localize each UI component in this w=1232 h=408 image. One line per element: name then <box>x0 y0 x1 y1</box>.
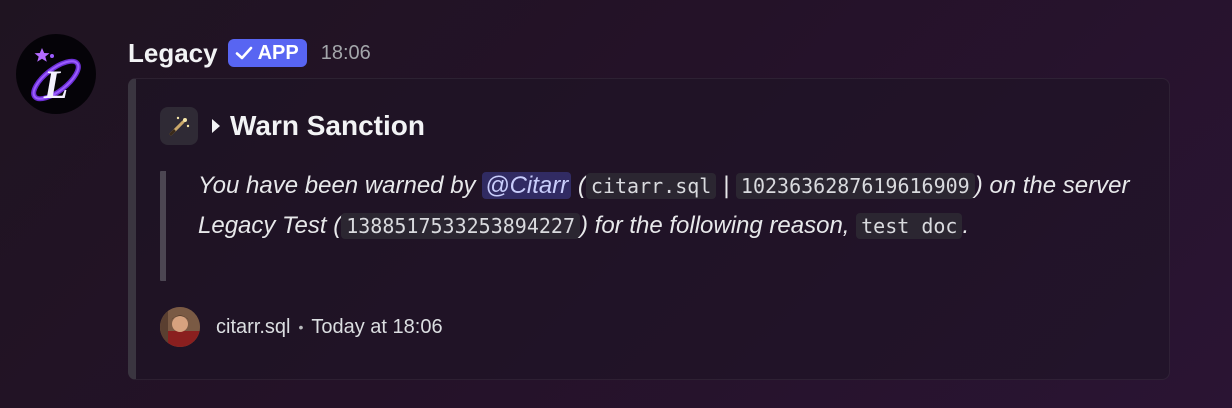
chat-message: L Legacy APP 18:06 Warn Sanction You hav… <box>0 0 1232 408</box>
footer-text: citarr.sql • Today at 18:06 <box>216 316 443 339</box>
user-mention[interactable]: @Citarr <box>482 172 572 199</box>
check-icon <box>235 46 252 60</box>
sanction-embed: Warn Sanction You have been warned by @C… <box>128 78 1170 380</box>
legacy-logo-icon: L <box>31 48 81 107</box>
footer-time: Today at 18:06 <box>311 315 443 338</box>
code-username: citarr.sql <box>585 173 717 199</box>
description-text: You have been warned by @Citarr (citarr.… <box>198 166 1150 246</box>
footer-username: citarr.sql <box>216 315 291 338</box>
svg-text:L: L <box>43 62 68 107</box>
desc-separator: | <box>716 172 736 199</box>
message-timestamp[interactable]: 18:06 <box>321 42 371 65</box>
app-badge-label: APP <box>257 41 299 64</box>
desc-text-5: . <box>962 212 970 239</box>
desc-text-1: You have been warned by <box>198 172 483 199</box>
footer-user-avatar <box>160 307 200 347</box>
desc-text-2: ( <box>571 172 586 199</box>
code-user-id: 1023636287619616909 <box>735 173 975 199</box>
desc-text-4: ) for the following reason, <box>579 212 857 239</box>
code-reason: test doc <box>856 213 963 239</box>
legacy-avatar[interactable]: L <box>16 34 96 114</box>
magic-wand-icon <box>160 107 198 145</box>
code-server-id: 1388517533253894227 <box>341 213 580 239</box>
sanction-description: You have been warned by @Citarr (citarr.… <box>160 171 1150 281</box>
message-header: Legacy APP 18:06 <box>128 36 371 70</box>
footer-separator: • <box>298 319 304 335</box>
author-name[interactable]: Legacy <box>128 38 218 69</box>
embed-title-text: Warn Sanction <box>230 110 425 141</box>
app-badge[interactable]: APP <box>227 39 307 67</box>
embed-footer: citarr.sql • Today at 18:06 <box>160 307 443 347</box>
embed-title: Warn Sanction <box>160 107 425 145</box>
caret-right-icon[interactable] <box>210 117 222 135</box>
